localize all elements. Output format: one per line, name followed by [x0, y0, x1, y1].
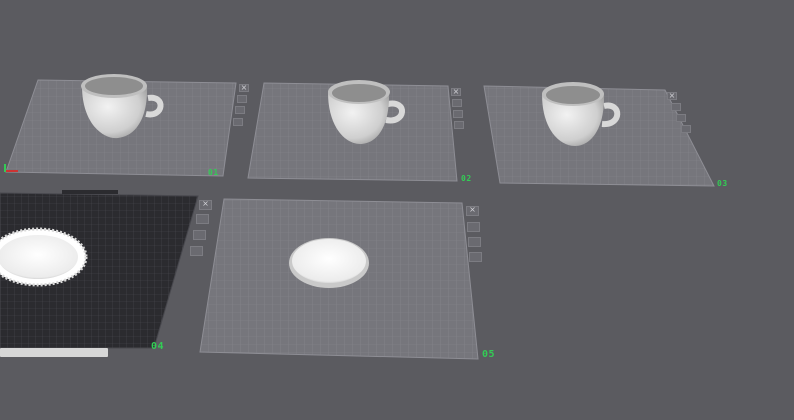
plate-4-lock-button[interactable]: [193, 230, 206, 240]
close-icon: ×: [469, 205, 476, 214]
plate-3-close-button[interactable]: ×: [667, 91, 677, 100]
plate-1-arrange-button[interactable]: [233, 118, 243, 126]
plate-2-close-button[interactable]: ×: [451, 87, 461, 96]
plate-label-02: 02: [461, 174, 472, 183]
plate-4-arrange-button[interactable]: [190, 246, 203, 256]
plate-label-03: 03: [717, 179, 728, 188]
plate-5-lock-button[interactable]: [468, 237, 481, 247]
close-icon: ×: [452, 87, 460, 96]
plate-3-settings-button[interactable]: [671, 103, 681, 111]
plate-4-close-button[interactable]: ×: [199, 199, 212, 210]
plate-2-arrange-button[interactable]: [454, 121, 464, 129]
plate-label-05: 05: [482, 349, 496, 360]
close-icon: ×: [202, 199, 209, 208]
plate-4-settings-button[interactable]: [196, 214, 209, 224]
plate-5-arrange-button[interactable]: [469, 252, 482, 262]
plate-label-01: 01: [208, 168, 219, 177]
close-icon: ×: [240, 83, 248, 92]
plate-1-settings-button[interactable]: [237, 95, 247, 103]
plate-1-lock-button[interactable]: [235, 106, 245, 114]
plate-2-lock-button[interactable]: [453, 110, 463, 118]
close-icon: ×: [668, 91, 676, 100]
plate-3-arrange-button[interactable]: [681, 125, 691, 133]
printer-plate-brand-strip: [0, 348, 122, 358]
plate-5-close-button[interactable]: ×: [466, 205, 479, 216]
plate-label-04: 04: [151, 341, 165, 352]
saucer-model-5[interactable]: [289, 238, 369, 288]
plate-3-lock-button[interactable]: [676, 114, 686, 122]
plate-1-close-button[interactable]: ×: [239, 83, 249, 92]
plate-2-settings-button[interactable]: [452, 99, 462, 107]
plate-5-settings-button[interactable]: [467, 222, 480, 232]
